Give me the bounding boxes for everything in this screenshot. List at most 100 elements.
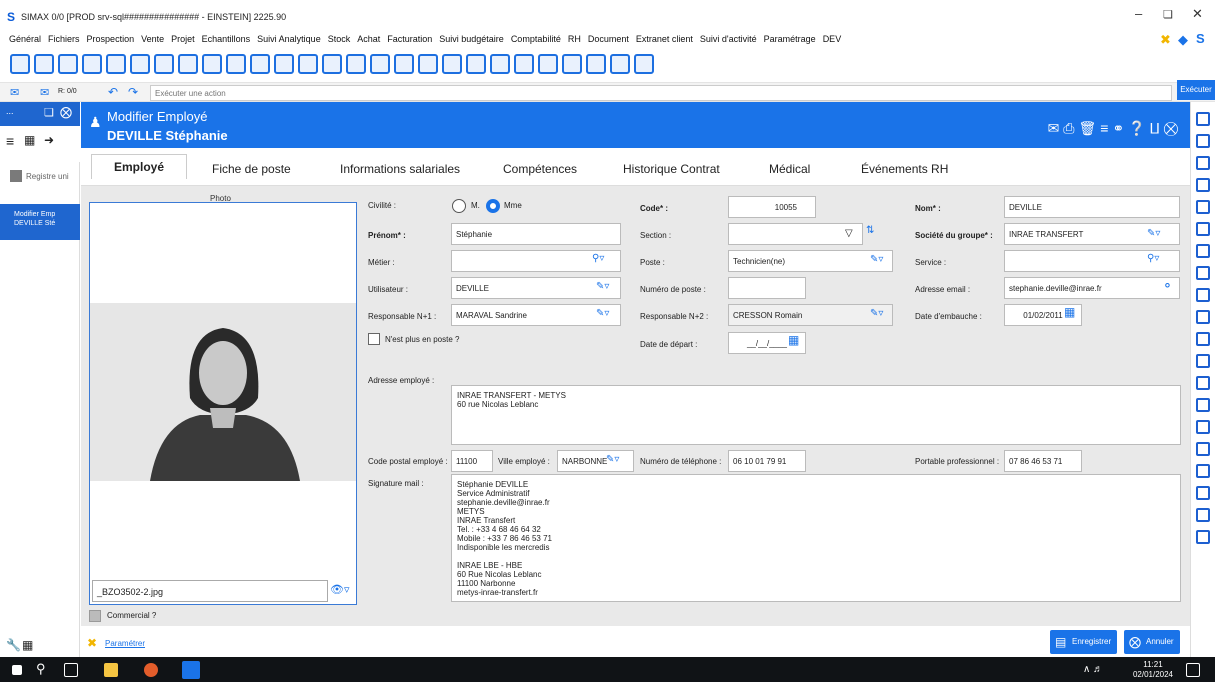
toolbar-module-icon[interactable] [82, 54, 102, 74]
menu-item[interactable]: Facturation [387, 34, 432, 44]
sidebar-shortcut-icon[interactable] [1196, 156, 1210, 170]
toolbar-module-icon[interactable] [490, 54, 510, 74]
portable-field[interactable]: 07 86 46 53 71 [1004, 450, 1082, 472]
sidebar-shortcut-icon[interactable] [1196, 486, 1210, 500]
registry-link[interactable]: Registre uni [26, 172, 69, 181]
sidebar-shortcut-icon[interactable] [1196, 200, 1210, 214]
toolbar-module-icon[interactable] [346, 54, 366, 74]
help-icon[interactable]: ❔ [1128, 120, 1149, 136]
print-icon[interactable]: ⎙ [1063, 120, 1078, 136]
toolbar-module-icon[interactable] [442, 54, 462, 74]
sidebar-shortcut-icon[interactable] [1196, 178, 1210, 192]
link-icon[interactable]: ⚭ [1112, 120, 1128, 136]
tab-fiche-de-poste[interactable]: Fiche de poste [212, 162, 291, 176]
action-input[interactable] [150, 85, 1172, 101]
tab-medical[interactable]: Médical [769, 162, 810, 176]
file-explorer-icon[interactable] [104, 663, 118, 677]
code-field[interactable]: 10055 [728, 196, 816, 218]
section-sort-icon[interactable]: ⇅ [866, 225, 874, 236]
dots-icon[interactable]: ... [6, 106, 14, 116]
close-panel-icon[interactable]: ⨂ [60, 105, 72, 119]
toolbar-module-icon[interactable] [466, 54, 486, 74]
sidebar-shortcut-icon[interactable] [1196, 376, 1210, 390]
cancel-button[interactable]: ⨂ Annuler [1124, 630, 1180, 654]
notifications-icon[interactable] [1186, 663, 1200, 677]
mail-icon[interactable]: ✉ [10, 86, 19, 99]
nav-arrows-icon[interactable]: ➜ [44, 133, 54, 147]
sidebar-shortcut-icon[interactable] [1196, 530, 1210, 544]
sidebar-shortcut-icon[interactable] [1196, 332, 1210, 346]
email-field[interactable]: stephanie.deville@inrae.fr [1004, 277, 1180, 299]
simax-icon[interactable]: S [1196, 31, 1205, 46]
toolbar-module-icon[interactable] [514, 54, 534, 74]
cp-field[interactable]: 11100 [451, 450, 493, 472]
nom-field[interactable]: DEVILLE [1004, 196, 1180, 218]
toolbar-module-icon[interactable] [322, 54, 342, 74]
calendar-icon[interactable]: ▦ [1064, 305, 1075, 319]
photo-filename-field[interactable]: _BZO3502-2.jpg [92, 580, 328, 602]
close-button[interactable]: ✕ [1192, 6, 1203, 22]
section-select[interactable] [728, 223, 863, 245]
nplus-checkbox[interactable] [368, 333, 380, 345]
list-view-icon[interactable]: ≡ [6, 133, 14, 149]
tab-employe[interactable]: Employé [91, 154, 188, 179]
save-button[interactable]: ▤ Enregistrer [1050, 630, 1118, 654]
menu-item[interactable]: DEV [823, 34, 842, 44]
settings-icon[interactable]: 🔧 [6, 638, 21, 652]
toolbar-module-icon[interactable] [58, 54, 78, 74]
simax-taskbar-icon[interactable] [182, 661, 200, 679]
sidebar-shortcut-icon[interactable] [1196, 464, 1210, 478]
mail-send-icon[interactable]: ✉ [40, 86, 49, 99]
toolbar-module-icon[interactable] [10, 54, 30, 74]
close-form-icon[interactable]: ⨂ [1164, 120, 1182, 136]
toolbar-module-icon[interactable] [298, 54, 318, 74]
firefox-icon[interactable] [144, 663, 158, 677]
minimize-button[interactable]: – [1135, 6, 1142, 21]
toolbar-module-icon[interactable] [154, 54, 174, 74]
poste-edit-icon[interactable]: ✎▿ [870, 254, 883, 265]
ville-edit-icon[interactable]: ✎▿ [606, 454, 619, 465]
tab-informations-salariales[interactable]: Informations salariales [340, 162, 460, 176]
toolbar-module-icon[interactable] [634, 54, 654, 74]
toolbar-module-icon[interactable] [202, 54, 222, 74]
menu-item[interactable]: Extranet client [636, 34, 693, 44]
menu-item[interactable]: Paramétrage [764, 34, 816, 44]
sidebar-shortcut-icon[interactable] [1196, 112, 1210, 126]
task-view-icon[interactable] [64, 663, 78, 677]
delete-icon[interactable]: 🗑 [1079, 120, 1101, 136]
menu-item[interactable]: Vente [141, 34, 164, 44]
clock[interactable]: 11:21 02/01/2024 [1133, 660, 1173, 680]
tab-competences[interactable]: Compétences [503, 162, 577, 176]
menu-item[interactable]: Achat [357, 34, 380, 44]
system-tray-icon[interactable]: ∧ ♬ [1083, 664, 1103, 675]
menu-item[interactable]: Suivi Analytique [257, 34, 321, 44]
toolbar-module-icon[interactable] [586, 54, 606, 74]
tools-icon[interactable]: ✖ [1160, 32, 1171, 48]
toolbar-module-icon[interactable] [178, 54, 198, 74]
toolbar-module-icon[interactable] [34, 54, 54, 74]
resp2-select[interactable]: CRESSON Romain [728, 304, 893, 326]
tab-historique-contrat[interactable]: Historique Contrat [623, 162, 720, 176]
utilisateur-edit-icon[interactable]: ✎▿ [596, 281, 609, 292]
toolbar-module-icon[interactable] [226, 54, 246, 74]
toolbar-module-icon[interactable] [274, 54, 294, 74]
menu-item[interactable]: Suivi d'activité [700, 34, 757, 44]
sidebar-shortcut-icon[interactable] [1196, 244, 1210, 258]
parametrer-link[interactable]: Paramétrer [105, 639, 145, 648]
adresse-textarea[interactable]: INRAE TRANSFERT - METYS 60 rue Nicolas L… [451, 385, 1181, 445]
sidebar-shortcut-icon[interactable] [1196, 354, 1210, 368]
poste-select[interactable]: Technicien(ne) [728, 250, 893, 272]
pin-icon[interactable]: ⨿ [1150, 120, 1164, 136]
sidebar-shortcut-icon[interactable] [1196, 508, 1210, 522]
menu-item[interactable]: Stock [328, 34, 351, 44]
menu-item[interactable]: Fichiers [48, 34, 80, 44]
search-icon[interactable]: ⚲ [36, 661, 46, 677]
tab-evenements-rh[interactable]: Événements RH [861, 162, 948, 176]
mail-open-icon[interactable]: ✉ [1048, 120, 1064, 136]
start-icon[interactable] [12, 665, 22, 675]
resp2-edit-icon[interactable]: ✎▿ [870, 308, 883, 319]
menu-item[interactable]: Projet [171, 34, 195, 44]
sidebar-shortcut-icon[interactable] [1196, 442, 1210, 456]
menu-item[interactable]: RH [568, 34, 581, 44]
eye-icon[interactable]: 👁▿ [330, 583, 350, 596]
